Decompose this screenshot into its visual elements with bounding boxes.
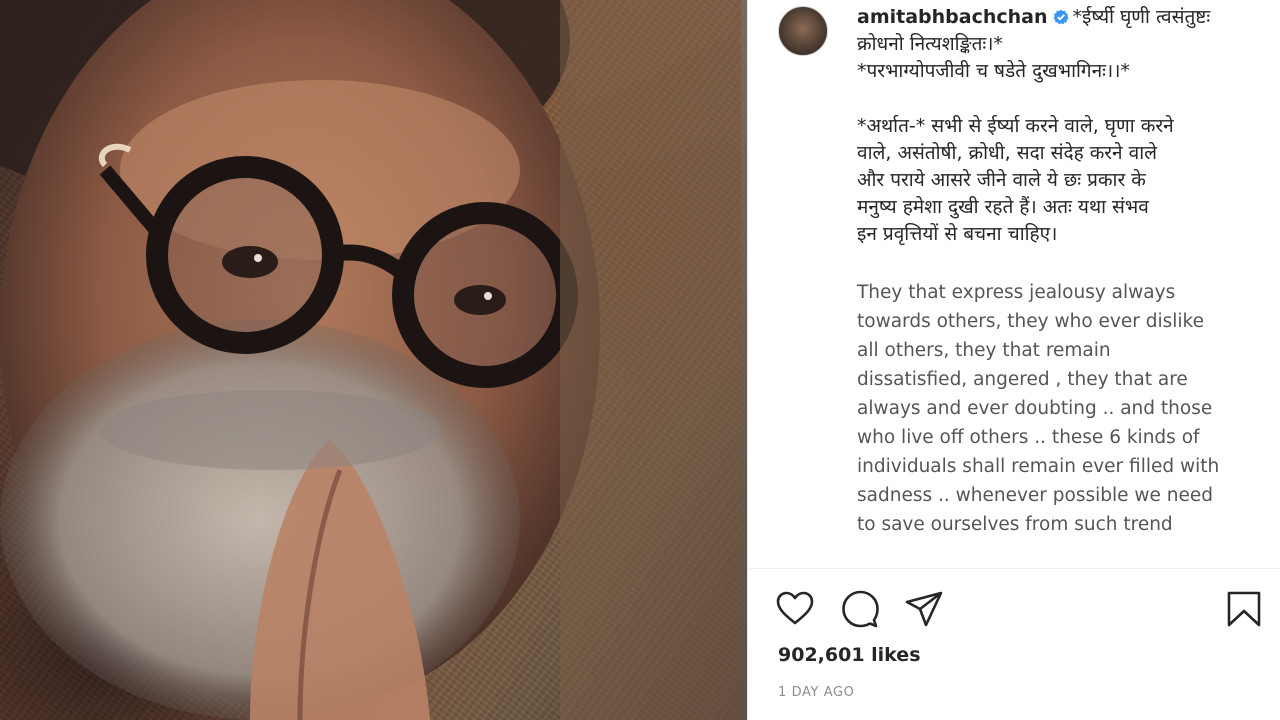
username-link[interactable]: amitabhbachchan	[857, 6, 1048, 28]
save-button[interactable]	[1224, 589, 1264, 629]
caption-line: *ईर्ष्यी घृणी त्वसंतुष्टः	[1072, 6, 1211, 28]
meaning-line: मनुष्य हमेशा दुखी रहते हैं। अतः यथा संभव	[857, 196, 1149, 218]
english-line: sadness .. whenever possible we need	[857, 485, 1214, 506]
bookmark-icon	[1227, 591, 1261, 627]
meaning-line: वाले, असंतोषी, क्रोधी, सदा संदेह करने वा…	[857, 142, 1158, 164]
caption-scroll-fade	[857, 548, 1257, 568]
portrait-illustration	[0, 0, 748, 720]
english-line: who live off others .. these 6 kinds of	[857, 427, 1200, 448]
english-line: dissatisfied, angered , they that are	[857, 369, 1188, 390]
english-line: always and ever doubting .. and those	[857, 398, 1213, 419]
comment-icon	[842, 590, 879, 628]
divider	[749, 568, 1280, 569]
english-line: They that express jealousy always	[857, 282, 1176, 303]
send-icon	[905, 591, 943, 627]
meaning-line: और पराये आसरे जीने वाले ये छः प्रकार के	[857, 169, 1146, 191]
caption-line: *परभाग्योपजीवी च षडेते दुखभागिनः।।*	[857, 60, 1130, 82]
likes-count[interactable]: 902,601 likes	[778, 644, 921, 666]
share-button[interactable]	[904, 589, 944, 629]
comment-button[interactable]	[840, 589, 880, 629]
post-caption: amitabhbachchan *ईर्ष्यी घृणी त्वसंतुष्टः…	[857, 4, 1257, 539]
meaning-line: इन प्रवृत्तियों से बचना चाहिए।	[857, 223, 1058, 245]
user-avatar[interactable]	[778, 6, 828, 56]
instagram-post: amitabhbachchan *ईर्ष्यी घृणी त्वसंतुष्टः…	[0, 0, 1280, 720]
english-line: all others, they that remain	[857, 340, 1111, 361]
english-line: towards others, they who ever dislike	[857, 311, 1204, 332]
like-button[interactable]	[775, 589, 815, 629]
verified-badge-icon	[1052, 9, 1069, 25]
post-image[interactable]	[0, 0, 748, 720]
english-line: to save ourselves from such trend	[857, 514, 1173, 535]
caption-line: क्रोधनो नित्यशङ्कितः।*	[857, 33, 1003, 55]
heart-icon	[776, 591, 814, 625]
english-line: individuals shall remain ever filled wit…	[857, 456, 1220, 477]
post-timestamp[interactable]: 1 DAY AGO	[778, 685, 855, 700]
meaning-line: *अर्थात-* सभी से ईर्ष्या करने वाले, घृणा…	[857, 115, 1174, 137]
